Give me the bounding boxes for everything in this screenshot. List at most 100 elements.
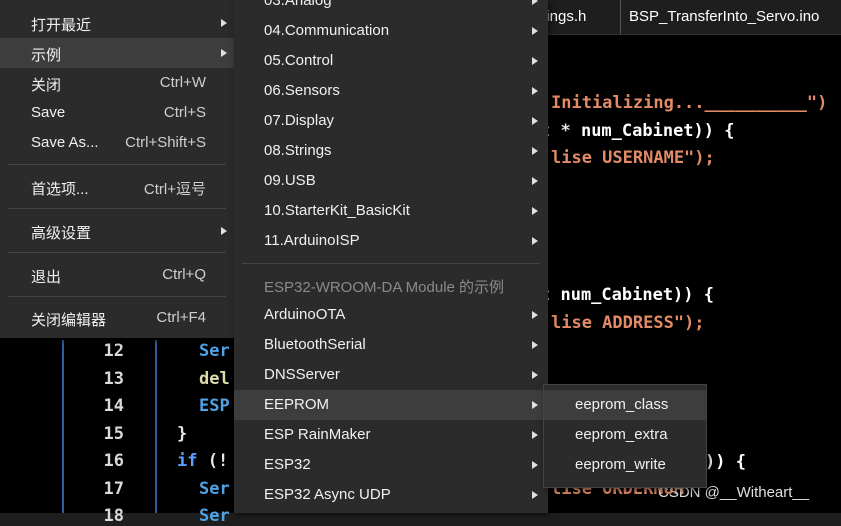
menu-item-label: 10.StarterKit_BasicKit: [264, 202, 410, 219]
menu-separator: [8, 252, 226, 253]
submenu-arrow-icon: [532, 311, 538, 319]
submenu-arrow-icon: [532, 87, 538, 95]
code-fragment: del: [199, 369, 230, 389]
menu-item-quit[interactable]: 退出 Ctrl+Q: [0, 260, 234, 290]
file-menu: 打开最近 示例 关闭 Ctrl+W Save Ctrl+S Save As...…: [0, 0, 235, 338]
submenu-arrow-icon: [532, 207, 538, 215]
menu-item-open-recent[interactable]: 打开最近: [0, 8, 234, 38]
line-number: 12: [103, 341, 124, 361]
tab-settings-h[interactable]: ttings.h: [536, 0, 621, 34]
code-cabinet-check-2: t num_Cabinet)) {: [540, 285, 714, 305]
line-number: 17: [103, 479, 124, 499]
menu-item-label: 05.Control: [264, 52, 334, 69]
menu-item-label: eeprom_class: [575, 396, 669, 413]
submenu-arrow-icon: [532, 117, 538, 125]
code-fragment: (!: [197, 451, 229, 471]
menu-item-dnsserver[interactable]: DNSServer: [234, 360, 548, 390]
menu-item-sensors[interactable]: 06.Sensors: [234, 76, 548, 106]
submenu-arrow-icon: [532, 371, 538, 379]
menu-item-shortcut: Ctrl+W: [159, 74, 206, 91]
menu-item-label: eeprom_extra: [575, 426, 668, 443]
submenu-arrow-icon: [532, 57, 538, 65]
menu-item-label: 关闭编辑器: [31, 312, 107, 329]
menu-item-esp32[interactable]: ESP32: [234, 450, 548, 480]
menu-item-close[interactable]: 关闭 Ctrl+W: [0, 68, 234, 98]
submenu-arrow-icon: [221, 49, 227, 57]
submenu-arrow-icon: [532, 177, 538, 185]
menu-item-usb[interactable]: 09.USB: [234, 166, 548, 196]
menu-item-label: 高级设置: [31, 225, 92, 242]
code-brace: )) {: [705, 452, 746, 472]
menu-item-eeprom[interactable]: EEPROM: [234, 390, 548, 420]
menu-item-strings[interactable]: 08.Strings: [234, 136, 548, 166]
menu-item-label: 退出: [31, 269, 62, 286]
code-keyword-if: if: [177, 451, 198, 471]
eeprom-submenu: eeprom_class eeprom_extra eeprom_write: [543, 384, 707, 488]
menu-item-shortcut: Ctrl+F4: [156, 309, 206, 326]
code-fragment: Ser: [199, 506, 230, 526]
menu-item-display[interactable]: 07.Display: [234, 106, 548, 136]
code-fragment: Ser: [199, 341, 230, 361]
menu-item-label: 07.Display: [264, 112, 335, 129]
code-address: lise ADDRESS");: [551, 313, 705, 333]
tab-bsp-transfer-servo[interactable]: BSP_TransferInto_Servo.ino: [621, 0, 841, 34]
menu-item-eeprom-write[interactable]: eeprom_write: [544, 450, 706, 480]
menu-item-arduinoisp[interactable]: 11.ArduinoISP: [234, 226, 548, 256]
menu-item-shortcut: Ctrl+Q: [162, 266, 206, 283]
menu-item-label: Save: [31, 104, 66, 121]
menu-item-label: ArduinoOTA: [264, 306, 346, 323]
menu-item-label: ESP RainMaker: [264, 426, 371, 443]
menu-separator: [8, 164, 226, 165]
menu-item-close-editor[interactable]: 关闭编辑器 Ctrl+F4: [0, 303, 234, 333]
indent-guide: [155, 340, 157, 513]
menu-item-communication[interactable]: 04.Communication: [234, 16, 548, 46]
line-number: 14: [103, 396, 124, 416]
menu-item-label: 06.Sensors: [264, 82, 340, 99]
menu-item-arduinoota[interactable]: ArduinoOTA: [234, 300, 548, 330]
submenu-arrow-icon: [532, 147, 538, 155]
menu-item-save[interactable]: Save Ctrl+S: [0, 98, 234, 128]
code-fragment: Ser: [199, 479, 230, 499]
menu-separator: [242, 263, 540, 264]
submenu-arrow-icon: [532, 401, 538, 409]
menu-item-label: 关闭: [31, 77, 62, 94]
menu-item-label: 03.Analog: [264, 0, 332, 9]
menu-item-shortcut: Ctrl+逗号: [143, 181, 206, 198]
menu-separator: [8, 296, 226, 297]
menu-item-control[interactable]: 05.Control: [234, 46, 548, 76]
code-cabinet-check-1: t * num_Cabinet)) {: [540, 121, 734, 141]
submenu-arrow-icon: [532, 461, 538, 469]
line-number: 15: [103, 424, 124, 444]
line-number: 18: [103, 506, 124, 526]
menu-item-label: 04.Communication: [264, 22, 390, 39]
menu-item-label: BluetoothSerial: [264, 336, 366, 353]
menu-item-starterkit[interactable]: 10.StarterKit_BasicKit: [234, 196, 548, 226]
examples-submenu: 03.Analog 04.Communication 05.Control 06…: [234, 0, 548, 513]
code-initializing: Initializing...__________"): [551, 93, 828, 113]
menu-item-shortcut: Ctrl+Shift+S: [125, 134, 206, 151]
menu-item-esp-rainmaker[interactable]: ESP RainMaker: [234, 420, 548, 450]
submenu-arrow-icon: [221, 227, 227, 235]
line-number: 13: [103, 369, 124, 389]
submenu-arrow-icon: [532, 341, 538, 349]
menu-item-label: 09.USB: [264, 172, 316, 189]
menu-item-preferences[interactable]: 首选项... Ctrl+逗号: [0, 172, 234, 202]
menu-item-label: EEPROM: [264, 396, 330, 413]
menu-item-eeprom-class[interactable]: eeprom_class: [544, 390, 706, 420]
menu-item-label: 08.Strings: [264, 142, 332, 159]
submenu-arrow-icon: [532, 0, 538, 5]
menu-item-esp32-async-udp[interactable]: ESP32 Async UDP: [234, 480, 548, 510]
menu-item-examples[interactable]: 示例: [0, 38, 234, 68]
submenu-arrow-icon: [532, 491, 538, 499]
menu-separator: [8, 208, 226, 209]
submenu-arrow-icon: [532, 237, 538, 245]
menu-item-analog[interactable]: 03.Analog: [234, 0, 548, 16]
code-fragment: ESP: [199, 396, 230, 416]
code-cabinet-var: num_Cabinet)) {: [580, 121, 735, 141]
menu-item-label: Save As...: [31, 134, 99, 151]
menu-item-label: 示例: [31, 47, 62, 64]
menu-item-advanced-settings[interactable]: 高级设置: [0, 216, 234, 246]
menu-item-bluetoothserial[interactable]: BluetoothSerial: [234, 330, 548, 360]
menu-item-eeprom-extra[interactable]: eeprom_extra: [544, 420, 706, 450]
menu-item-save-as[interactable]: Save As... Ctrl+Shift+S: [0, 128, 234, 158]
